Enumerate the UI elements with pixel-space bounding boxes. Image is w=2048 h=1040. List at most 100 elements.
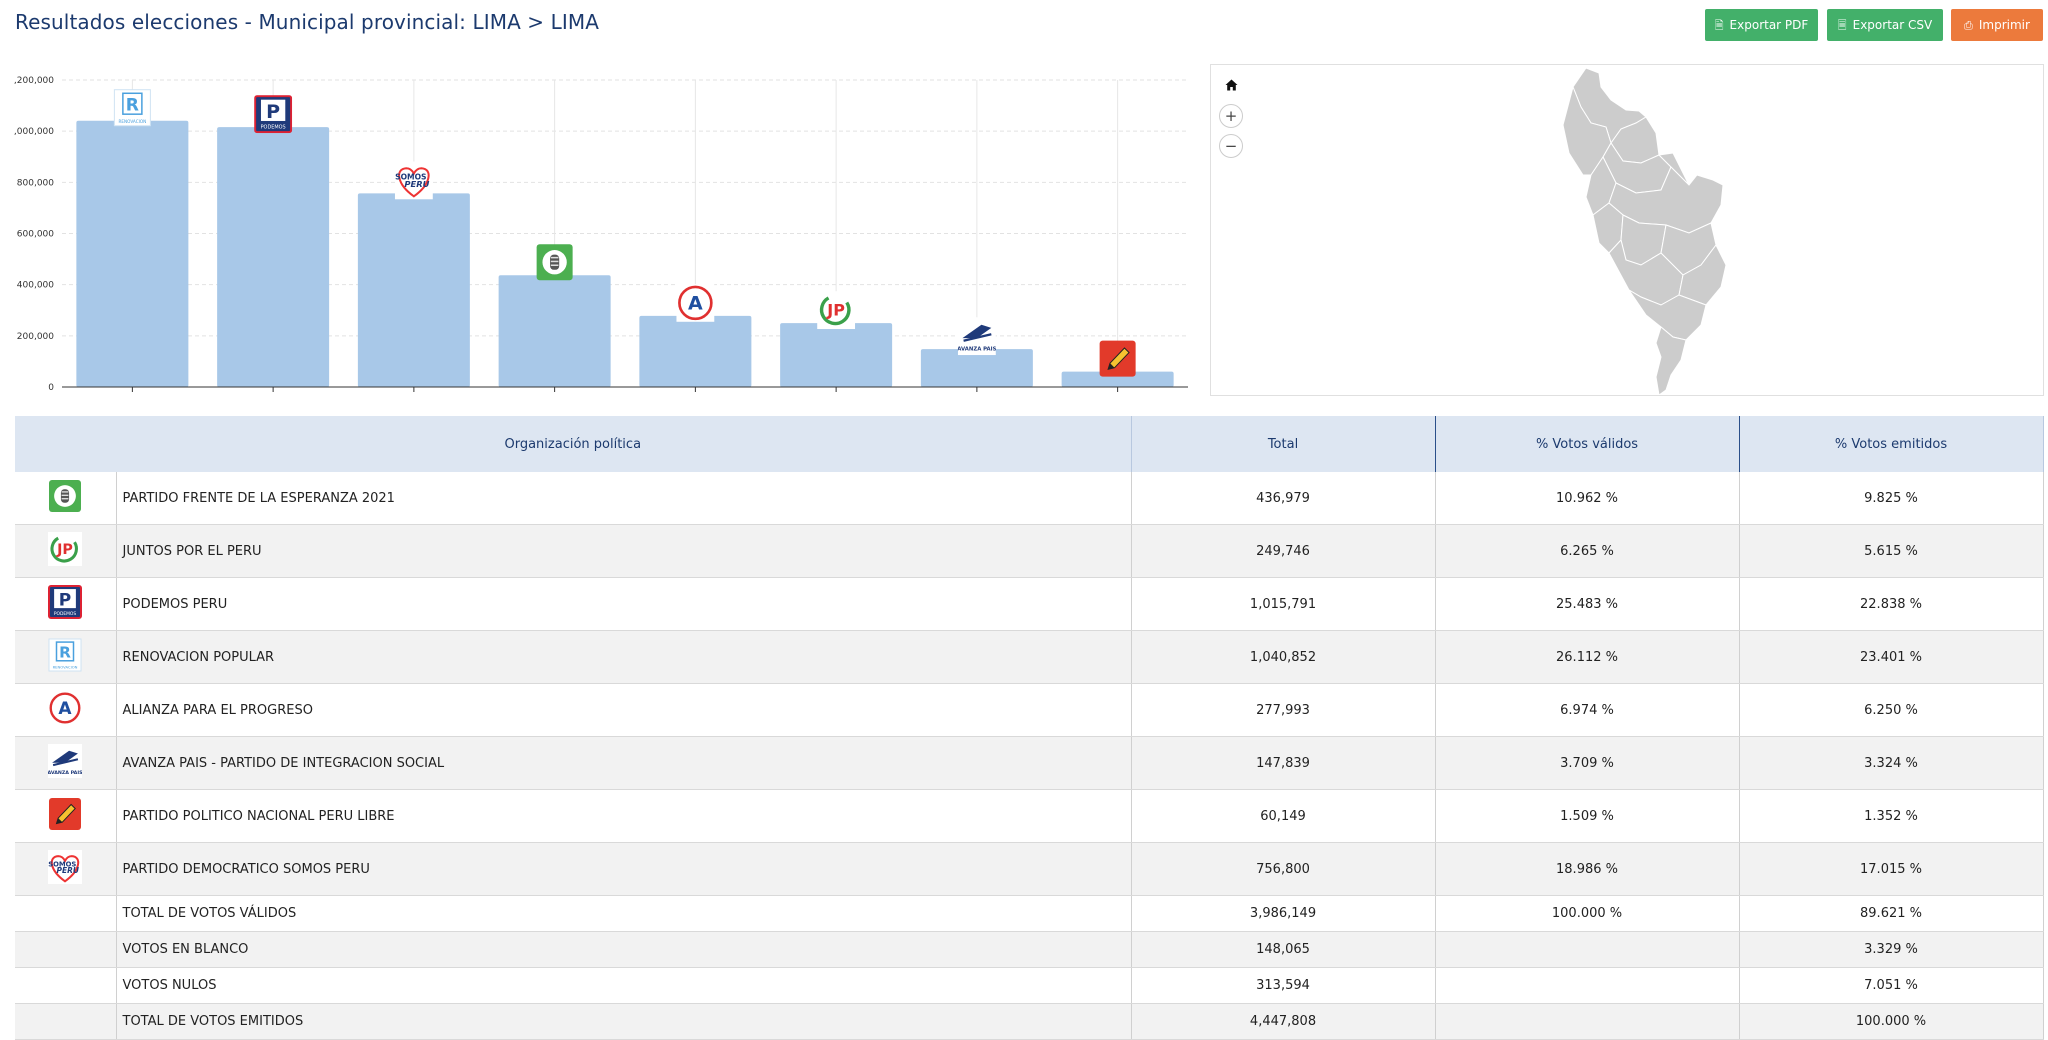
somos-peru-logo: SOMOS PERU: [394, 161, 433, 200]
summary-valid-pct: [1435, 931, 1740, 968]
map-home-button[interactable]: [1219, 73, 1243, 97]
file-pdf-icon: 🗎: [1714, 18, 1724, 32]
summary-empty-logo-cell: [15, 1003, 117, 1040]
party-logo-cell: AVANZA PAIS: [15, 736, 117, 790]
export-pdf-label: Exportar PDF: [1729, 18, 1809, 32]
summary-label: TOTAL DE VOTOS EMITIDOS: [116, 1003, 1132, 1040]
export-pdf-button[interactable]: 🗎 Exportar PDF: [1705, 9, 1818, 41]
header-organizacion[interactable]: Organización política: [15, 416, 1132, 472]
header-total[interactable]: Total: [1131, 416, 1436, 472]
party-total: 277,993: [1131, 683, 1436, 737]
party-total: 249,746: [1131, 524, 1436, 578]
party-emitted-pct: 6.250 %: [1739, 683, 2044, 737]
svg-text:R: R: [59, 644, 71, 662]
party-valid-pct: 6.974 %: [1435, 683, 1740, 737]
svg-text:P: P: [266, 101, 280, 123]
y-tick-label: 400,000: [17, 281, 54, 291]
party-emitted-pct: 17.015 %: [1739, 842, 2044, 896]
alianza-progreso-logo: A: [48, 691, 83, 729]
party-total: 756,800: [1131, 842, 1436, 896]
party-emitted-pct: 22.838 %: [1739, 577, 2044, 631]
frente-esperanza-logo: [536, 244, 573, 281]
svg-text:A: A: [688, 292, 703, 314]
summary-valid-pct: [1435, 1003, 1740, 1040]
printer-icon: ⎙: [1964, 18, 1973, 32]
print-button[interactable]: ⎙ Imprimir: [1951, 9, 2043, 41]
party-emitted-pct: 3.324 %: [1739, 736, 2044, 790]
table-row: PARTIDO FRENTE DE LA ESPERANZA 2021 436,9…: [15, 472, 2044, 525]
table-row: PARTIDO POLITICO NACIONAL PERU LIBRE 60,1…: [15, 789, 2044, 843]
party-total: 1,040,852: [1131, 630, 1436, 684]
party-logo-cell: SOMOS PERU: [15, 842, 117, 896]
svg-text:JP: JP: [56, 542, 73, 558]
map-panel[interactable]: + −: [1210, 64, 2044, 396]
header-votos-validos[interactable]: % Votos válidos: [1435, 416, 1740, 472]
party-name: JUNTOS POR EL PERU: [116, 524, 1132, 578]
party-valid-pct: 25.483 %: [1435, 577, 1740, 631]
svg-text:A: A: [59, 699, 73, 719]
avanza-pais-logo: AVANZA PAIS: [48, 744, 83, 782]
summary-label: TOTAL DE VOTOS VÁLIDOS: [116, 895, 1132, 932]
summary-valid-pct: [1435, 967, 1740, 1004]
table-row: R RENOVACION RENOVACION POPULAR 1,040,852 2…: [15, 630, 2044, 684]
somos-peru-logo: SOMOS PERU: [48, 850, 83, 888]
summary-label: VOTOS EN BLANCO: [116, 931, 1132, 968]
file-excel-icon: 🗏: [1837, 18, 1847, 32]
summary-total: 148,065: [1131, 931, 1436, 968]
renovacion-popular-logo: R RENOVACION: [48, 638, 82, 676]
print-label: Imprimir: [1978, 18, 2030, 32]
table-row: P PODEMOS PODEMOS PERU 1,015,791 25.483 % 22…: [15, 577, 2044, 631]
frente-esperanza-logo: [48, 479, 82, 517]
table-row: A ALIANZA PARA EL PROGRESO 277,993 6.974 % 6…: [15, 683, 2044, 737]
summary-valid-pct: 100.000 %: [1435, 895, 1740, 932]
party-emitted-pct: 5.615 %: [1739, 524, 2044, 578]
alianza-progreso-logo: A: [676, 283, 715, 322]
export-csv-button[interactable]: 🗏 Exportar CSV: [1827, 9, 1943, 41]
svg-text:AVANZA PAIS: AVANZA PAIS: [48, 770, 82, 776]
results-bar-chart: 0 200,000 400,000 600,000 800,000 ,000,000 ,20…: [14, 76, 1188, 393]
party-total: 1,015,791: [1131, 577, 1436, 631]
svg-text:AVANZA PAIS: AVANZA PAIS: [957, 347, 996, 353]
party-logo-cell: JP: [15, 524, 117, 578]
svg-text:PODEMOS: PODEMOS: [54, 611, 77, 617]
summary-empty-logo-cell: [15, 967, 117, 1004]
lima-region-map[interactable]: [1511, 65, 1771, 395]
party-name: ALIANZA PARA EL PROGRESO: [116, 683, 1132, 737]
summary-total: 4,447,808: [1131, 1003, 1436, 1040]
summary-total: 3,986,149: [1131, 895, 1436, 932]
table-row: AVANZA PAIS AVANZA PAIS - PARTIDO DE INTE…: [15, 736, 2044, 790]
y-tick-label: 800,000: [17, 178, 54, 188]
home-icon: [1225, 79, 1237, 91]
summary-row: VOTOS EN BLANCO 148,065 3.329 %: [15, 931, 2044, 968]
svg-text:PERU: PERU: [404, 179, 429, 189]
party-name: PARTIDO POLITICO NACIONAL PERU LIBRE: [116, 789, 1132, 843]
map-zoom-in-button[interactable]: +: [1219, 104, 1243, 128]
svg-text:RENOVACION: RENOVACION: [53, 666, 78, 670]
summary-emitted-pct: 7.051 %: [1739, 967, 2044, 1004]
svg-text:P: P: [59, 590, 71, 610]
renovacion-popular-logo: R RENOVACION: [113, 89, 151, 127]
party-valid-pct: 6.265 %: [1435, 524, 1740, 578]
podemos-peru-logo: P PODEMOS: [254, 95, 293, 134]
map-zoom-out-button[interactable]: −: [1219, 134, 1243, 158]
summary-row: TOTAL DE VOTOS VÁLIDOS 3,986,149 100.000 %…: [15, 895, 2044, 932]
party-name: PARTIDO FRENTE DE LA ESPERANZA 2021: [116, 472, 1132, 525]
party-valid-pct: 18.986 %: [1435, 842, 1740, 896]
summary-label: VOTOS NULOS: [116, 967, 1132, 1004]
party-logo-cell: [15, 472, 117, 525]
svg-text:PODEMOS: PODEMOS: [261, 125, 286, 131]
avanza-pais-logo: AVANZA PAIS: [957, 317, 996, 356]
juntos-por-el-peru-logo: JP: [817, 291, 856, 330]
party-total: 147,839: [1131, 736, 1436, 790]
table-header-row: Organización política Total % Votos váli…: [15, 416, 2044, 472]
summary-row: VOTOS NULOS 313,594 7.051 %: [15, 967, 2044, 1004]
party-valid-pct: 3.709 %: [1435, 736, 1740, 790]
peru-libre-logo: [1099, 340, 1136, 377]
party-name: RENOVACION POPULAR: [116, 630, 1132, 684]
results-table: Organización política Total % Votos váli…: [15, 416, 2044, 1040]
party-valid-pct: 10.962 %: [1435, 472, 1740, 525]
party-total: 436,979: [1131, 472, 1436, 525]
export-csv-label: Exportar CSV: [1852, 18, 1933, 32]
header-votos-emitidos[interactable]: % Votos emitidos: [1739, 416, 2044, 472]
summary-total: 313,594: [1131, 967, 1436, 1004]
